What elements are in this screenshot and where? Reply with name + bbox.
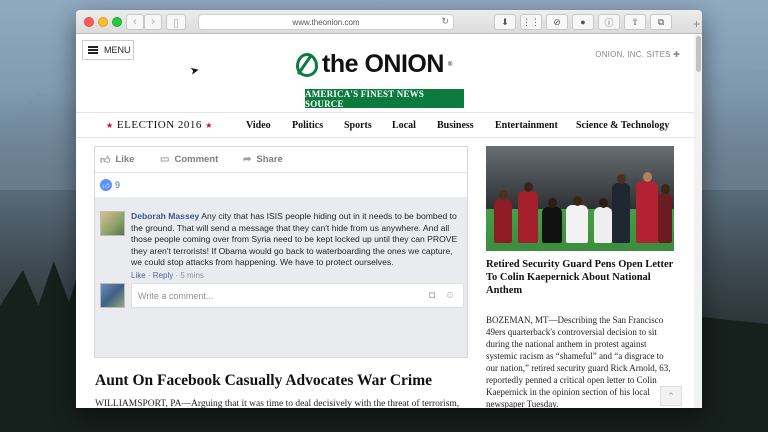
logo-text: the ONION [322, 50, 444, 78]
fb-comment-button[interactable]: ▭ Comment [160, 154, 218, 165]
logo-registered-mark: ® [447, 61, 453, 68]
share-arrow-icon: ➦ [243, 154, 252, 165]
facebook-action-bar: 👍︎ Like ▭ Comment ➦ Share [95, 147, 467, 173]
tagline-banner: AMERICA'S FINEST NEWS SOURCE [305, 89, 464, 109]
nav-item-local[interactable]: Local [392, 120, 416, 131]
mouse-cursor-icon: ➤ [188, 64, 201, 78]
scroll-to-top-button[interactable]: ⌃ [660, 386, 682, 406]
fb-like-button[interactable]: 👍︎ Like [100, 154, 134, 166]
scrollbar-thumb[interactable] [696, 36, 701, 72]
star-icon: ★ [205, 121, 213, 130]
side-article-photo[interactable] [486, 146, 674, 251]
player-figure [612, 174, 630, 243]
onion-inc-sites-link[interactable]: ONION, INC. SITES ✚ [595, 50, 680, 59]
fb-like-count: 👍︎ 9 [95, 173, 467, 197]
write-comment-field: Write a comment... ◘ ☺ [131, 283, 464, 308]
menu-button[interactable]: MENU [82, 40, 134, 60]
minimize-window-button[interactable] [98, 17, 108, 27]
grid-icon[interactable]: ⋮⋮ [520, 14, 542, 30]
page-scrollbar[interactable] [694, 34, 702, 408]
camera-icon: ◘ [428, 290, 435, 301]
comment-time: 5 mins [180, 270, 204, 280]
comment-like-link: Like [131, 270, 146, 280]
nav-item-entertainment[interactable]: Entertainment [495, 120, 558, 131]
emoji-icon: ☺ [444, 290, 455, 301]
nav-item-sports[interactable]: Sports [344, 120, 372, 131]
site-logo[interactable]: the ONION ® [296, 50, 452, 79]
nav-item-election[interactable]: ★ ELECTION 2016 ★ [106, 119, 213, 131]
star-icon: ★ [106, 121, 114, 130]
player-figure [518, 182, 538, 243]
sidebar-toggle-icon[interactable]: ▯ [166, 14, 186, 30]
fb-like-label: Like [115, 154, 135, 165]
nav-item-business[interactable]: Business [437, 120, 474, 131]
nav-item-video[interactable]: Video [246, 120, 271, 131]
share-icon[interactable]: ⇧ [624, 14, 646, 30]
commenter-avatar [100, 211, 125, 236]
section-nav: ★ ELECTION 2016 ★ Video Politics Sports … [76, 112, 694, 138]
block-icon[interactable]: ⊘ [546, 14, 568, 30]
address-bar[interactable]: www.theonion.com ↻ [198, 14, 454, 30]
comment-body: Deborah Massey Any city that has ISIS pe… [131, 211, 462, 269]
nav-item-politics[interactable]: Politics [292, 120, 323, 131]
player-figure [636, 172, 658, 243]
comment-meta: Like · Reply · 5 mins [131, 270, 204, 280]
side-article-body: BOZEMAN, MT—Describing the San Francisco… [486, 315, 671, 408]
comment-author: Deborah Massey [131, 211, 200, 221]
player-figure [658, 184, 672, 243]
fb-comment: Deborah Massey Any city that has ISIS pe… [100, 211, 462, 280]
back-arrow-icon[interactable]: ‹ [126, 14, 144, 30]
viewer-avatar [100, 283, 125, 308]
zoom-window-button[interactable] [112, 17, 122, 27]
downloads-icon[interactable]: ⬇ [494, 14, 516, 30]
main-article-headline[interactable]: Aunt On Facebook Casually Advocates War … [95, 372, 432, 390]
comment-bubble-icon: ▭ [160, 154, 170, 165]
browser-toolbar: ‹ › ▯ www.theonion.com ↻ ⬇ ⋮⋮ ⊘ ● ⓘ ⇧ ⧉ … [76, 10, 702, 34]
forward-arrow-icon[interactable]: › [144, 14, 162, 30]
new-tab-plus-icon[interactable]: + [693, 17, 700, 31]
hamburger-icon [88, 46, 98, 54]
reload-icon[interactable]: ↻ [441, 16, 449, 27]
fb-comment-label: Comment [174, 154, 219, 165]
fb-write-comment-row: Write a comment... ◘ ☺ [100, 283, 464, 308]
side-article-headline[interactable]: Retired Security Guard Pens Open Letter … [486, 258, 676, 297]
web-page: MENU ➤ ONION, INC. SITES ✚ the ONION ® A… [76, 34, 702, 408]
player-figure [542, 198, 562, 243]
close-window-button[interactable] [84, 17, 94, 27]
facebook-post-image: 👍︎ Like ▭ Comment ➦ Share 👍︎ 9 Deborah M… [94, 146, 468, 358]
thumbs-up-icon: 👍︎ [100, 154, 111, 166]
write-comment-placeholder: Write a comment... [138, 290, 214, 301]
info-icon[interactable]: ⓘ [598, 14, 620, 30]
fb-share-button[interactable]: ➦ Share [243, 154, 283, 165]
comment-reply-link: Reply [152, 270, 174, 280]
onion-logo-icon [296, 52, 318, 77]
like-count-value: 9 [115, 180, 121, 190]
tabs-overview-icon[interactable]: ⧉ [650, 14, 672, 30]
main-article-body: WILLIAMSPORT, PA—Arguing that it was tim… [95, 399, 460, 408]
fb-share-label: Share [256, 154, 283, 165]
election-label: ELECTION 2016 [116, 119, 202, 131]
url-text: www.theonion.com [292, 17, 360, 27]
like-badge-icon: 👍︎ [100, 179, 112, 191]
nav-item-science-technology[interactable]: Science & Technology [576, 120, 669, 131]
player-figure [566, 196, 588, 243]
menu-label: MENU [104, 45, 131, 55]
player-figure [594, 198, 612, 243]
player-figure [494, 190, 512, 243]
extension-icon[interactable]: ● [572, 14, 594, 30]
browser-window: ‹ › ▯ www.theonion.com ↻ ⬇ ⋮⋮ ⊘ ● ⓘ ⇧ ⧉ … [76, 10, 702, 408]
